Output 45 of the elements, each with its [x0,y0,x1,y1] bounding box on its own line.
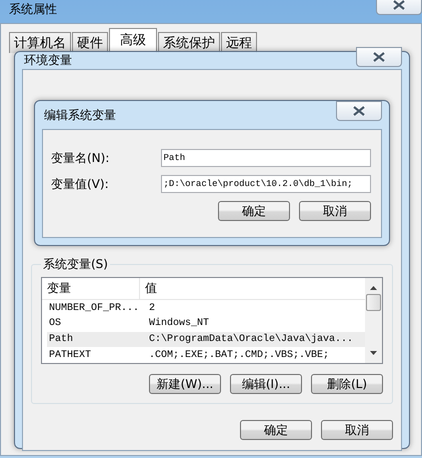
dialog-button[interactable]: 取消 [321,420,393,440]
group-label: 系统变量(S) [42,256,109,273]
variable-name: NUMBER_OF_PR... [48,302,140,314]
list-action-button[interactable]: 新建(W)... [149,374,221,394]
variable-value: C:\ProgramData\Oracle\Java\java... [148,334,354,346]
window-title: 编辑系统变量 [43,106,116,124]
list-row[interactable]: NUMBER_OF_PR... 2 [47,300,365,316]
close-button[interactable] [356,46,402,66]
scroll-down-icon[interactable] [370,351,377,355]
tab[interactable]: 系统保护 [158,32,220,53]
close-icon [353,106,365,116]
column-header[interactable]: 值 [140,278,365,300]
scroll-up-icon[interactable] [370,286,377,290]
variable-name: PATHEXT [48,350,92,361]
list-action-button[interactable]: 删除(L) [311,374,383,394]
variable-name: Path [48,334,74,346]
variables-list[interactable]: 变量 值 NUMBER_OF_PR... 2 OS Windows_NT Path C:\ProgramData\Oracle\Java\java... PATHEXT .COM;.EXE;.BAT;.CMD;.VBS;.VBE; [41,277,383,364]
list-row[interactable]: Path C:\ProgramData\Oracle\Java\java... [47,332,365,348]
tab[interactable]: 远程 [221,32,257,53]
tab[interactable]: 硬件 [72,32,108,53]
dialog-button[interactable]: 确定 [240,420,312,440]
input-field[interactable]: ;D:\oracle\product\10.2.0\db_1\bin; [160,175,371,193]
dialog-button[interactable]: 确定 [218,201,290,221]
field-label: 变量名(N): [51,150,110,166]
window-title: 系统属性 [8,0,57,18]
list-row[interactable]: PATHEXT .COM;.EXE;.BAT;.CMD;.VBS;.VBE; [47,347,365,363]
close-icon [373,52,385,62]
column-header[interactable]: 变量 [42,278,140,300]
window-title: 环境变量 [23,52,72,69]
variable-value: Windows_NT [148,318,210,330]
list-row[interactable]: OS Windows_NT [47,316,365,332]
list-action-button[interactable]: 编辑(I)... [230,374,302,394]
close-icon [393,0,405,10]
close-button[interactable] [336,101,382,121]
close-button[interactable] [376,0,422,15]
scrollbar[interactable] [365,278,382,363]
input-field[interactable]: Path [160,149,371,167]
dialog-button[interactable]: 取消 [299,201,371,221]
variable-name: OS [48,318,62,330]
tab[interactable]: 高级 [109,28,157,53]
scroll-thumb[interactable] [366,294,381,311]
variable-value: .COM;.EXE;.BAT;.CMD;.VBS;.VBE; [148,350,330,361]
tab[interactable]: 计算机名 [9,32,71,53]
variable-value: 2 [148,302,156,314]
field-label: 变量值(V): [51,176,110,192]
